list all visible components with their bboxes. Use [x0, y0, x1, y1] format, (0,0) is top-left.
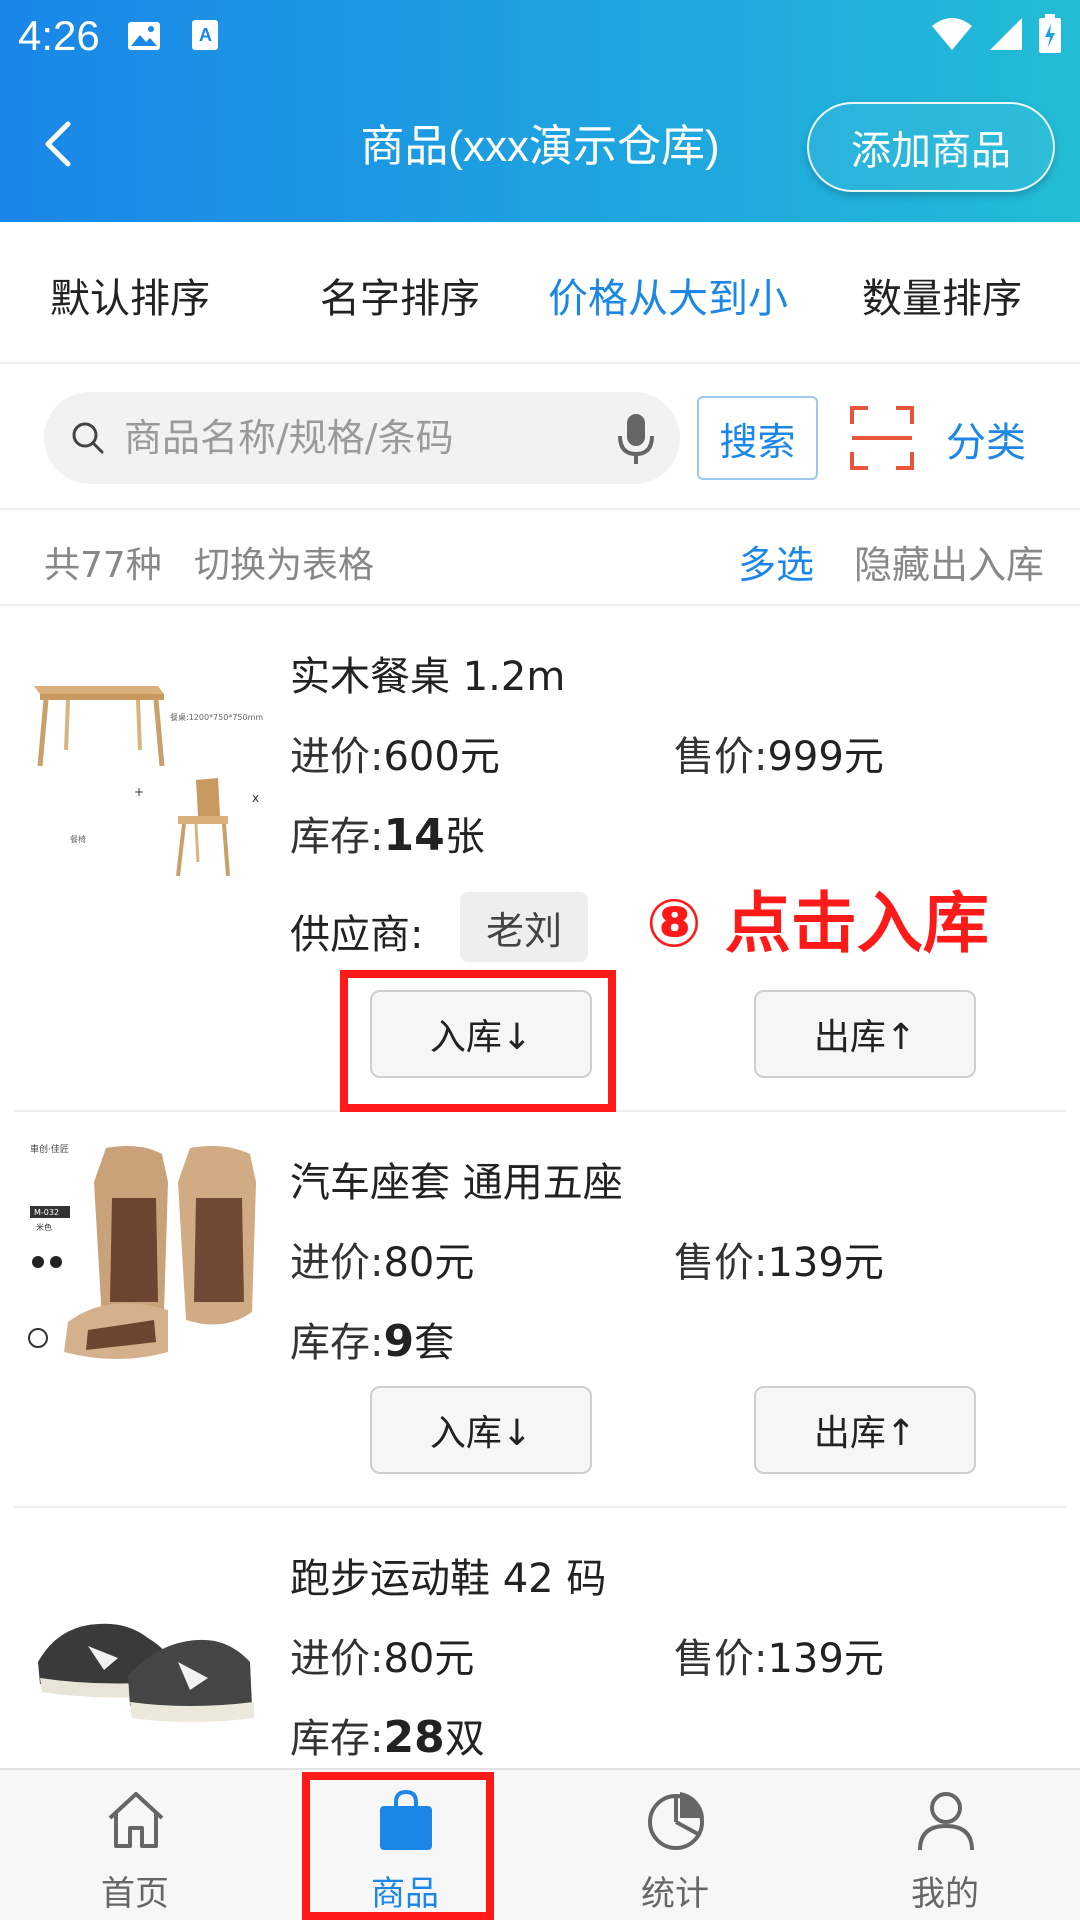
app-header: 4:26 A 商品(xxx演示仓库) 添加商品: [0, 0, 1080, 222]
image-caption: 餐桌:1200*750*750mm: [170, 712, 263, 722]
tutorial-annotation: ⑧ 点击入库: [646, 885, 989, 962]
stock-out-button[interactable]: 出库↑: [754, 1386, 976, 1474]
stock: 库存:28双: [290, 1712, 485, 1763]
search-box: [44, 392, 680, 484]
image-caption: 米色: [36, 1222, 52, 1232]
product-item[interactable]: 車创·佳匠 M-032 米色 汽车座套 通用五座 进价:80元 售价:139元 …: [14, 1112, 1066, 1508]
sort-by-name[interactable]: 名字排序: [320, 266, 480, 324]
svg-text:A: A: [199, 25, 212, 45]
cost-price: 进价:80元: [290, 1636, 475, 1682]
chevron-left-icon: [45, 121, 71, 167]
cost-price: 进价:80元: [290, 1240, 475, 1286]
summary-row: 共77种 切换为表格 多选 隐藏出入库: [0, 512, 1080, 606]
svg-text:x: x: [252, 791, 259, 805]
product-name: 实木餐桌 1.2m: [290, 654, 566, 700]
signal-icon: [988, 16, 1024, 56]
sort-bar: 默认排序 名字排序 价格从大到小 数量排序: [0, 222, 1080, 364]
stock-in-button[interactable]: 入库↓: [370, 1386, 592, 1474]
image-caption: M-032: [34, 1208, 59, 1217]
status-time: 4:26: [18, 12, 100, 59]
running-shoes-image: [28, 1566, 264, 1802]
product-count: 共77种: [44, 545, 162, 586]
page-title: 商品(xxx演示仓库): [360, 122, 720, 171]
sort-by-price-desc[interactable]: 价格从大到小: [548, 266, 788, 324]
sale-price: 售价:139元: [674, 1636, 884, 1682]
search-input[interactable]: [124, 406, 594, 470]
wifi-icon: [930, 16, 974, 56]
product-item[interactable]: 跑步运动鞋 42 码 进价:80元 售价:139元 库存:28双: [14, 1508, 1066, 1802]
tab-label: 首页: [101, 1874, 169, 1914]
cost-price: 进价:600元: [290, 734, 500, 780]
supplier-label: 供应商:: [290, 912, 424, 958]
product-name: 汽车座套 通用五座: [290, 1160, 623, 1206]
tab-label: 统计: [641, 1874, 709, 1914]
car-seat-cover-image: 車创·佳匠 M-032 米色: [28, 1142, 264, 1378]
search-row: 搜索 分类: [0, 366, 1080, 510]
person-icon: [918, 1792, 974, 1851]
pie-chart-icon: [648, 1792, 704, 1850]
add-product-button[interactable]: 添加商品: [807, 102, 1055, 192]
svg-text:+: +: [134, 785, 144, 799]
microphone-icon[interactable]: [616, 412, 656, 466]
gallery-notification-icon: [126, 18, 162, 54]
battery-icon: [1038, 14, 1062, 58]
search-icon: [72, 422, 104, 454]
category-link[interactable]: 分类: [946, 410, 1026, 468]
stock: 库存:9套: [290, 1316, 455, 1367]
hide-io-link[interactable]: 隐藏出入库: [854, 534, 1044, 589]
image-caption: 餐椅: [70, 834, 86, 844]
stock-out-button[interactable]: 出库↑: [754, 990, 976, 1078]
sale-price: 售价:139元: [674, 1240, 884, 1286]
bottom-navigation: 首页 商品 统计 我的: [0, 1768, 1080, 1920]
tab-profile[interactable]: 我的: [810, 1770, 1080, 1920]
tab-statistics[interactable]: 统计: [540, 1770, 810, 1920]
highlight-box: [302, 1772, 494, 1920]
toggle-table-view[interactable]: 切换为表格: [194, 536, 374, 588]
svg-text:車创·佳匠: 車创·佳匠: [30, 1143, 69, 1155]
sale-price: 售价:999元: [674, 734, 884, 780]
sort-by-quantity[interactable]: 数量排序: [862, 266, 1022, 324]
title-bar: 商品(xxx演示仓库) 添加商品: [0, 100, 1080, 192]
translate-notification-icon: A: [188, 18, 224, 54]
highlight-box: [340, 970, 616, 1112]
home-icon: [108, 1792, 164, 1848]
sort-default[interactable]: 默认排序: [50, 266, 210, 324]
stock: 库存:14张: [290, 810, 485, 861]
status-bar: 4:26 A: [0, 0, 1080, 72]
product-name: 跑步运动鞋 42 码: [290, 1556, 607, 1602]
tab-label: 我的: [911, 1874, 979, 1914]
search-button[interactable]: 搜索: [697, 396, 818, 480]
back-button[interactable]: [30, 116, 86, 172]
supplier-tag: 老刘: [460, 892, 588, 962]
multi-select-link[interactable]: 多选: [738, 534, 814, 589]
scan-icon[interactable]: [850, 406, 914, 470]
dining-table-image: 餐桌:1200*750*750mm + x 餐椅: [28, 656, 264, 892]
tab-home[interactable]: 首页: [0, 1770, 270, 1920]
